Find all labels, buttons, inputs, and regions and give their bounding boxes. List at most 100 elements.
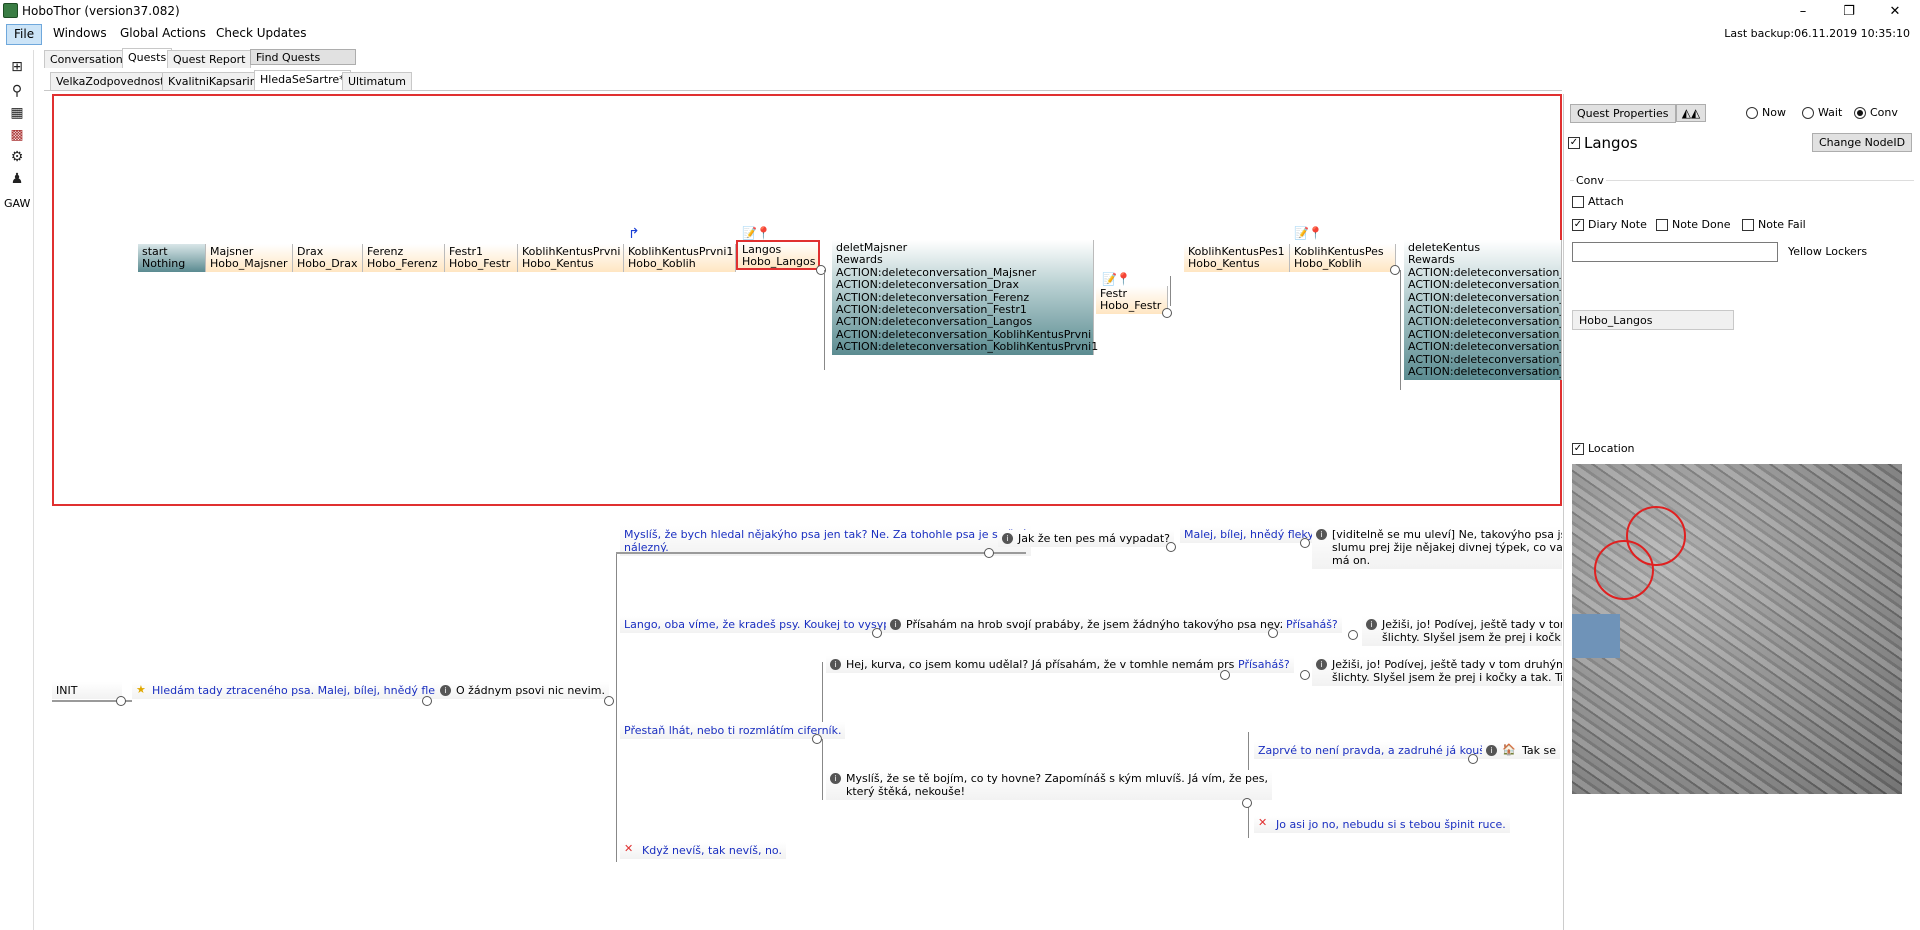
option-prisahas-1[interactable]: Přísaháš? — [1282, 616, 1342, 633]
quest-node-delet-majsner[interactable]: deletMajsner Rewards ACTION:deleteconver… — [832, 240, 1098, 355]
connector[interactable] — [812, 734, 822, 744]
quest-graph-canvas[interactable]: start Nothing Majsner Hobo_Majsner Drax Hob… — [52, 94, 1562, 506]
info-icon: i — [1366, 619, 1377, 630]
find-quests-field[interactable]: Find Quests — [250, 49, 356, 65]
person-walk-icon[interactable]: ♟ — [8, 170, 26, 188]
restore-button[interactable]: ❐ — [1826, 0, 1872, 22]
quest-node-festr[interactable]: Festr Hobo_Festr — [1096, 286, 1168, 314]
info-icon: i — [830, 659, 841, 670]
quest-node-koblih-kentus-pes1[interactable]: KoblihKentusPes1 Hobo_Kentus — [1184, 244, 1290, 272]
quest-node-langos[interactable]: Langos Hobo_Langos — [736, 240, 820, 270]
connector[interactable] — [1220, 670, 1230, 680]
location-map[interactable] — [1572, 464, 1902, 794]
node-name-checkbox[interactable]: ✓ Langos — [1568, 134, 1638, 152]
connector[interactable] — [1242, 798, 1252, 808]
connector[interactable] — [1300, 670, 1310, 680]
map-pin-icon[interactable]: ▦ — [8, 104, 26, 122]
note-fail-checkbox[interactable]: Note Fail — [1742, 218, 1806, 231]
radio-conv[interactable]: Conv — [1854, 106, 1898, 119]
quest-node-start[interactable]: start Nothing — [138, 244, 206, 272]
option-lango[interactable]: Lango, oba víme, že kradeš psy. Koukej t… — [620, 616, 909, 633]
reply-prisaham[interactable]: i Přísahám na hrob svojí prabáby, že jsem… — [886, 616, 1304, 633]
add-node-icon[interactable]: ⊞ — [8, 58, 26, 76]
change-nodeid-button[interactable]: Change NodeID — [1812, 133, 1913, 152]
option-zaprve[interactable]: Zaprvé to není pravda, a zadruhé já kouš… — [1254, 742, 1501, 759]
connector[interactable] — [1300, 538, 1310, 548]
reply-jak[interactable]: i Jak že ten pes má vypadat? — [998, 530, 1174, 547]
note-icon: 📝 — [1294, 226, 1309, 240]
conversation-tree-canvas[interactable]: INIT ★ Hledám tady ztraceného psa. Malej,… — [36, 510, 1562, 930]
connector[interactable] — [1166, 542, 1176, 552]
star-icon: ★ — [136, 683, 146, 696]
reply-none[interactable]: iO žádnym psovi nic nevim. — [436, 682, 609, 699]
link-line — [1400, 270, 1401, 390]
menu-bar: File Windows Global Actions Check Update… — [0, 24, 1920, 46]
reply-hej[interactable]: i Hej, kurva, co jsem komu udělal? Já pří… — [826, 656, 1254, 673]
location-pin-icon: 📍 — [1308, 226, 1323, 240]
tab-conversations[interactable]: Conversations — [44, 50, 135, 68]
tab-hleda-se-sartre[interactable]: HledaSeSartre* — [254, 70, 351, 90]
yellow-lockers-input[interactable] — [1572, 242, 1778, 262]
connector[interactable] — [1348, 630, 1358, 640]
note-icon: 📝 — [742, 226, 757, 240]
quest-node-majsner[interactable]: Majsner Hobo_Majsner — [206, 244, 293, 272]
tree-trunk — [616, 552, 617, 862]
tab-quest-report[interactable]: Quest Report — [167, 50, 252, 68]
connector[interactable] — [1390, 265, 1400, 275]
connector[interactable] — [1468, 754, 1478, 764]
option-jo-asi[interactable]: ✕ Jo asi jo no, nebudu si s tebou špinit … — [1254, 816, 1510, 833]
radio-now[interactable]: Now — [1746, 106, 1786, 119]
option-malej[interactable]: Malej, bílej, hnědý fleky. — [1180, 526, 1320, 543]
connector[interactable] — [984, 548, 994, 558]
quest-node-koblih-kentus-prvni[interactable]: KoblihKentusPrvni Hobo_Kentus — [518, 244, 624, 272]
tab-ultimatum[interactable]: Ultimatum — [342, 72, 412, 90]
reply-tak[interactable]: i 🏠 Tak se — [1482, 742, 1561, 759]
connector[interactable] — [872, 628, 882, 638]
option-prisahas-2[interactable]: Přísaháš? — [1234, 656, 1294, 673]
quest-node-festr1[interactable]: Festr1 Hobo_Festr — [445, 244, 518, 272]
location-checkbox[interactable]: ✓ Location — [1572, 442, 1635, 455]
connector[interactable] — [422, 696, 432, 706]
info-icon: i — [440, 685, 451, 696]
menu-check-updates[interactable]: Check Updates — [209, 24, 313, 45]
reply-jezisi-1[interactable]: i Ježiši, jo! Podívej, ještě tady v tom šl… — [1362, 616, 1562, 646]
tab-quests[interactable]: Quests — [122, 48, 173, 68]
gear-map-icon[interactable]: ⚙ — [8, 148, 26, 166]
node-init[interactable]: INIT — [52, 682, 122, 699]
hobo-field[interactable]: Hobo_Langos — [1572, 310, 1734, 330]
connector[interactable] — [116, 696, 126, 706]
close-button[interactable]: ✕ — [1872, 0, 1918, 22]
line-start[interactable]: ★ Hledám tady ztraceného psa. Malej, bíle… — [132, 682, 454, 699]
gaw-label[interactable]: GAW — [4, 197, 30, 210]
menu-file[interactable]: File — [6, 24, 43, 45]
cross-icon: ✕ — [1258, 816, 1268, 829]
fork-icon[interactable]: ⚲ — [8, 82, 26, 100]
connector[interactable] — [604, 696, 614, 706]
attach-checkbox[interactable]: Attach — [1572, 195, 1624, 208]
quest-node-delete-kentus[interactable]: deleteKentus Rewards ACTION:deleteconver… — [1404, 240, 1562, 380]
graph-icon-button[interactable]: ◭◭ — [1676, 104, 1706, 122]
connector[interactable] — [1268, 628, 1278, 638]
minimize-button[interactable]: – — [1780, 0, 1826, 22]
quest-properties-button[interactable]: Quest Properties — [1570, 104, 1676, 123]
quest-node-drax[interactable]: Drax Hobo_Drax — [293, 244, 363, 272]
radio-dot — [1854, 106, 1866, 119]
quest-node-ferenz[interactable]: Ferenz Hobo_Ferenz — [363, 244, 445, 272]
reply-jezisi-2[interactable]: i Ježiši, jo! Podívej, ještě tady v tom d… — [1312, 656, 1562, 686]
reply-viditelne[interactable]: i [viditelně se mu uleví] Ne, takovýho ps… — [1312, 526, 1562, 569]
quest-node-koblih-kentus-pes[interactable]: KoblihKentusPes Hobo_Koblih — [1290, 244, 1396, 272]
tab-velka-zodpovednost[interactable]: VelkaZodpovednost* — [50, 72, 176, 90]
reply-myslis-bojim[interactable]: i Myslíš, že se tě bojím, co ty hovne? Za… — [826, 770, 1273, 800]
map-icon[interactable]: ▩ — [8, 126, 26, 144]
connector[interactable] — [1162, 308, 1172, 318]
diary-note-checkbox[interactable]: ✓ Diary Note — [1572, 218, 1647, 231]
note-icon: 📝 — [1102, 272, 1117, 286]
option-kdyz[interactable]: ✕ Když nevíš, tak nevíš, no. — [620, 842, 786, 859]
menu-windows[interactable]: Windows — [46, 24, 114, 45]
menu-global-actions[interactable]: Global Actions — [113, 24, 213, 45]
radio-wait[interactable]: Wait — [1802, 106, 1842, 119]
location-circle-marker — [1594, 540, 1654, 600]
info-icon: i — [890, 619, 901, 630]
quest-node-koblih-kentus-prvni1[interactable]: KoblihKentusPrvni1 Hobo_Koblih — [624, 244, 736, 272]
note-done-checkbox[interactable]: Note Done — [1656, 218, 1730, 231]
